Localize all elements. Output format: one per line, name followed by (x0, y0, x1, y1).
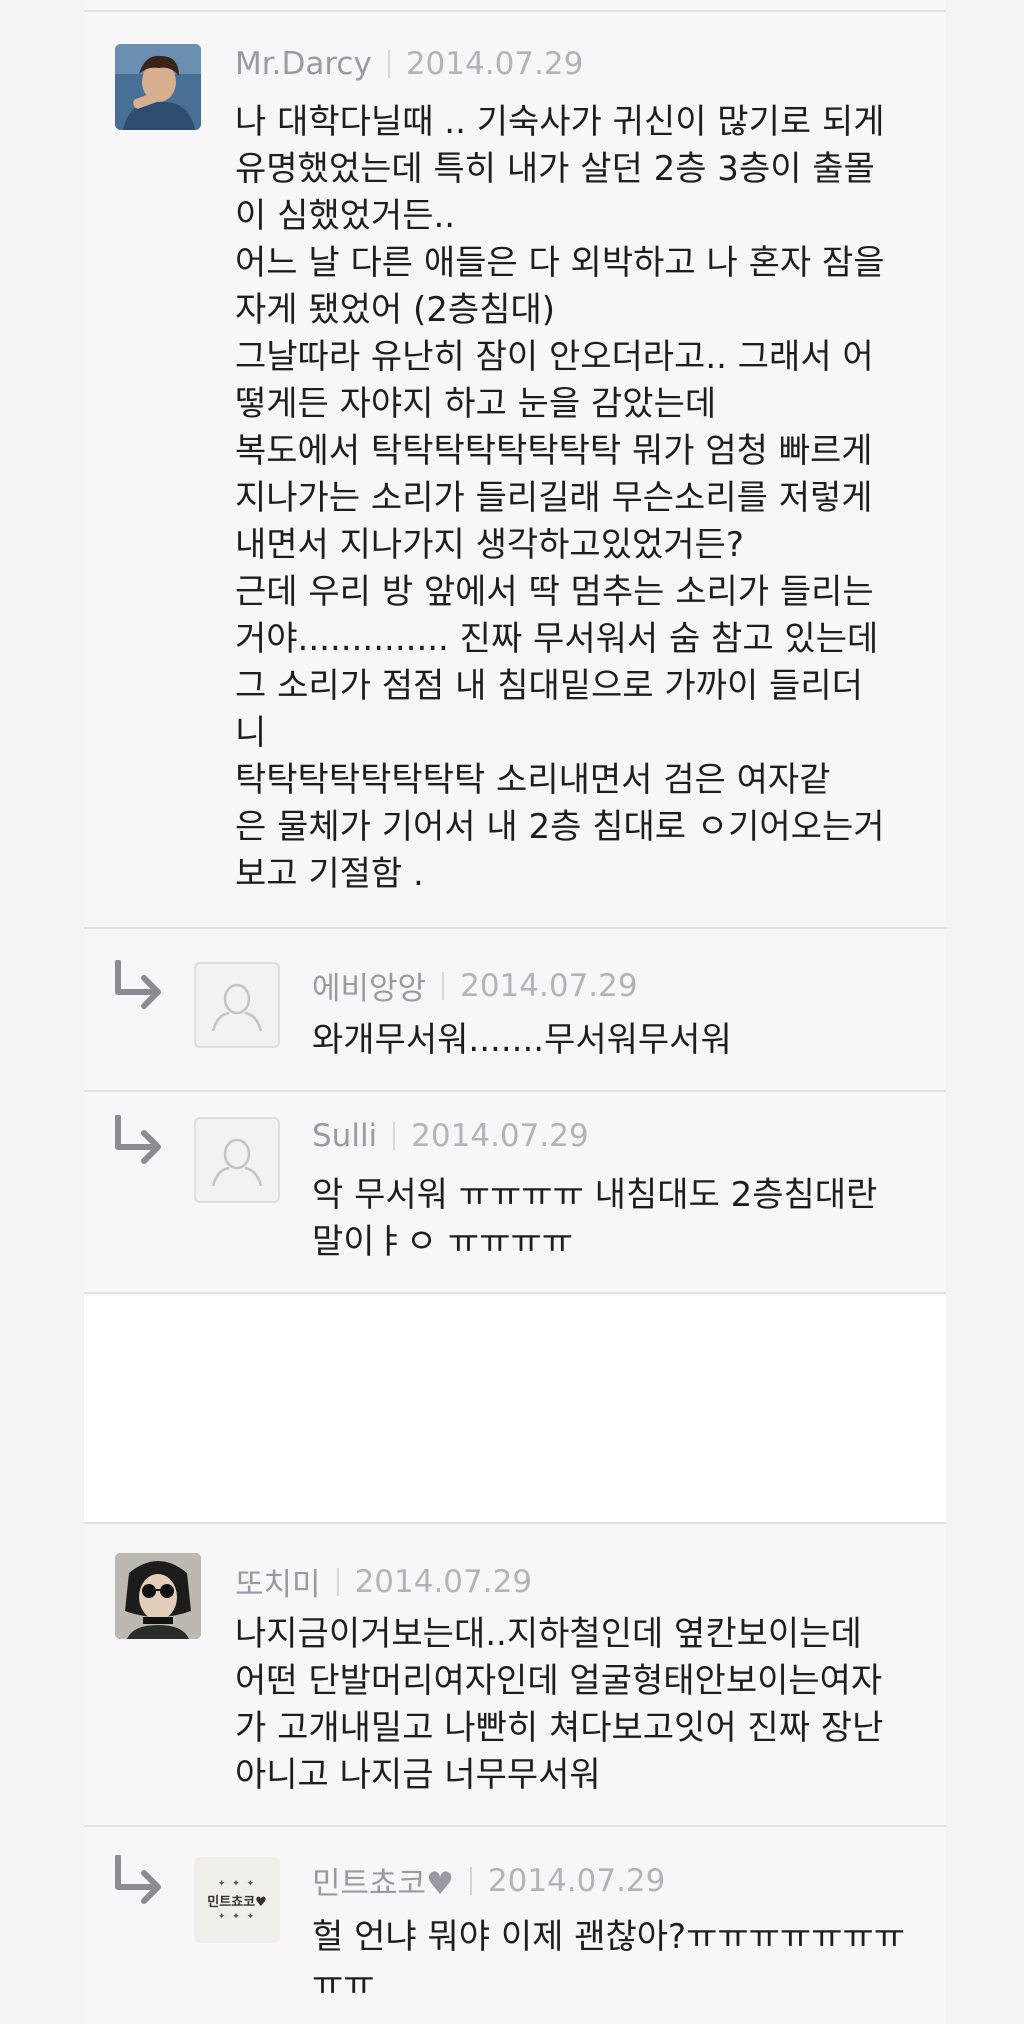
comment-text: 나지금이거보는대..지하철인데 옆칸보이는데 어떤 단발머리여자인데 얼굴형태안… (235, 1614, 884, 1795)
avatar[interactable] (115, 44, 201, 130)
comment-text: 나 대학다닐때 .. 기숙사가 귀신이 많기로 되게 유명했었는데 특히 내가 … (235, 102, 885, 894)
comment-meta: 또치미 2014.07.29 (235, 1559, 532, 1604)
blank-ad-area (84, 1296, 946, 1522)
reply-arrow-icon (115, 1115, 161, 1164)
comment-text: 헐 언냐 뭐야 이제 괜찮아?ㅠㅠㅠㅠㅠㅠㅠ ㅠㅠ (312, 1917, 906, 2004)
comment-date: 2014.07.29 (487, 1862, 666, 1899)
comment-text: 와개무서워.......무서워무서워 (312, 1020, 732, 1060)
default-avatar[interactable] (194, 962, 280, 1048)
comment-meta: 민트쵸코♥ 2014.07.29 (312, 1858, 665, 1903)
comment-page: Mr.Darcy 2014.07.29 나 대학다닐때 .. 기숙사가 귀신이 … (0, 0, 1024, 2024)
comment-date: 2014.07.29 (405, 46, 584, 82)
divider (84, 1825, 946, 1827)
profile-photo-icon (115, 44, 201, 130)
comment-meta: Sulli 2014.07.29 (312, 1118, 589, 1154)
comment-date: 2014.07.29 (460, 967, 638, 1004)
divider (84, 10, 946, 12)
reply-arrow-icon (115, 1855, 161, 1904)
logo-decoration: ✦ ✦ ✦ (217, 1878, 257, 1889)
comment-author[interactable]: 에비앙앙 (312, 963, 426, 1008)
profile-photo-icon (115, 1553, 201, 1639)
logo-text: 민트쵸코♥ (207, 1894, 267, 1910)
comment-author[interactable]: 또치미 (235, 1559, 321, 1604)
default-avatar[interactable] (194, 1117, 280, 1203)
meta-separator (387, 50, 390, 78)
comment-author[interactable]: 민트쵸코♥ (312, 1858, 454, 1903)
meta-separator (393, 1122, 396, 1150)
comment-author[interactable]: Mr.Darcy (235, 46, 372, 82)
comment-author[interactable]: Sulli (312, 1118, 377, 1154)
meta-separator (469, 1866, 472, 1895)
divider (84, 1522, 946, 1524)
logo-decoration: ✦ ✦ ✦ (217, 1911, 257, 1922)
mint-choco-logo-icon: ✦ ✦ ✦ 민트쵸코♥ ✦ ✦ ✦ (194, 1857, 280, 1943)
meta-separator (442, 971, 445, 1000)
divider (84, 927, 946, 929)
avatar[interactable] (115, 1553, 201, 1639)
comment-meta: Mr.Darcy 2014.07.29 (235, 46, 583, 82)
avatar[interactable]: ✦ ✦ ✦ 민트쵸코♥ ✦ ✦ ✦ (194, 1857, 280, 1943)
comment-date: 2014.07.29 (411, 1118, 589, 1154)
reply-arrow-icon (115, 960, 161, 1009)
divider (84, 1090, 946, 1092)
comment-date: 2014.07.29 (354, 1563, 533, 1600)
comment-meta: 에비앙앙 2014.07.29 (312, 963, 638, 1008)
comment-text: 악 무서워 ㅠㅠㅠㅠ 내침대도 2층침대란 말이ㅑㅇ ㅠㅠㅠㅠ (312, 1175, 878, 1262)
divider (84, 1292, 946, 1294)
meta-separator (336, 1567, 339, 1596)
user-silhouette-icon (211, 983, 263, 1032)
user-silhouette-icon (211, 1138, 263, 1187)
